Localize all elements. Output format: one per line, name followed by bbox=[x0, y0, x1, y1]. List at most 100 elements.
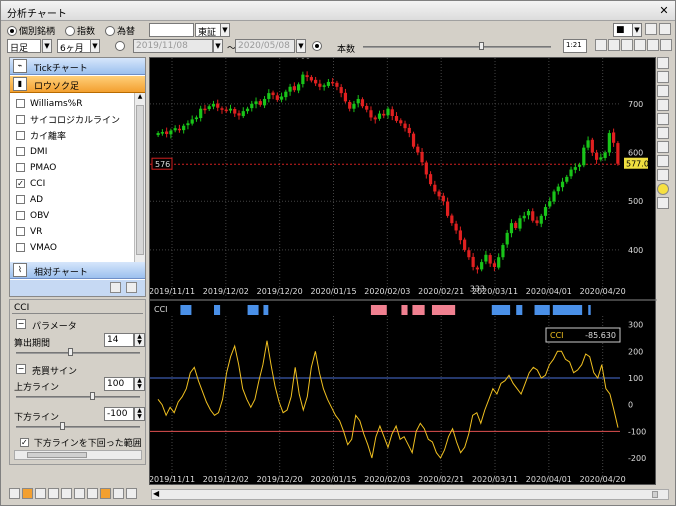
indicator-item[interactable]: OBV bbox=[16, 208, 49, 223]
zoom-reset-icon[interactable] bbox=[621, 39, 633, 51]
bottom-icon-3[interactable] bbox=[35, 488, 46, 499]
lower-line-input[interactable]: -100 bbox=[104, 407, 134, 421]
indicator-item[interactable]: カイ離率 bbox=[16, 128, 66, 143]
calc-period-spinner[interactable]: ▲ ▼ bbox=[134, 333, 145, 347]
indicator-item[interactable]: VR bbox=[16, 224, 42, 239]
bottom-icon-8[interactable] bbox=[100, 488, 111, 499]
zoom-in-icon[interactable] bbox=[595, 39, 607, 51]
line-tool-icon[interactable] bbox=[657, 71, 669, 83]
rect-tool-icon[interactable] bbox=[657, 155, 669, 167]
indicator-checkbox[interactable] bbox=[16, 131, 25, 140]
date-to-input[interactable]: 2020/05/08 bbox=[235, 39, 295, 53]
signal-collapse-icon[interactable]: − bbox=[16, 364, 26, 374]
bottom-icon-10[interactable] bbox=[126, 488, 137, 499]
smile-tool-icon[interactable] bbox=[657, 183, 669, 195]
relative-chart-header[interactable]: ⌇ 相対チャート bbox=[10, 262, 145, 279]
bottom-icon-4[interactable] bbox=[48, 488, 59, 499]
period-range-select[interactable]: 6ヶ月 bbox=[57, 39, 91, 54]
radio-stock[interactable]: 個別銘柄 bbox=[7, 24, 55, 37]
indicator-item[interactable]: サイコロジカルライン bbox=[16, 112, 120, 127]
text-tool-icon[interactable] bbox=[657, 169, 669, 181]
erase-tool-icon[interactable] bbox=[657, 197, 669, 209]
x-tick-label: 2019/12/02 bbox=[203, 287, 249, 296]
props-hscroll-thumb[interactable] bbox=[27, 452, 87, 458]
indicator-checkbox[interactable]: ✓ bbox=[16, 179, 25, 188]
relative-add-icon[interactable] bbox=[110, 282, 121, 293]
lower-line-spinner[interactable]: ▲ ▼ bbox=[134, 407, 145, 421]
chart-area[interactable]: 2019/11/11 2019/11/11 2019/12/02 2019/12/02… bbox=[149, 52, 657, 486]
print-icon[interactable] bbox=[659, 23, 671, 35]
layout-dropdown-icon[interactable]: ▼ bbox=[632, 23, 642, 37]
indicator-checkbox[interactable] bbox=[16, 99, 25, 108]
period-unit-select[interactable]: 日足 bbox=[7, 39, 41, 54]
bottom-icon-7[interactable] bbox=[87, 488, 98, 499]
calc-period-slider-thumb[interactable] bbox=[68, 348, 73, 356]
bottom-icon-2[interactable] bbox=[22, 488, 33, 499]
hscroll-left-icon[interactable]: ◀ bbox=[153, 489, 159, 498]
range-check-item[interactable]: ✓ 下方ラインを下回った範囲 ま bbox=[20, 436, 145, 449]
market-dropdown-icon[interactable]: ▼ bbox=[220, 23, 230, 37]
indicator-checkbox[interactable] bbox=[16, 211, 25, 220]
upper-line-slider-thumb[interactable] bbox=[90, 392, 95, 400]
hline-tool-icon[interactable] bbox=[657, 85, 669, 97]
indicator-item[interactable]: AD bbox=[16, 192, 43, 207]
bottom-icon-1[interactable] bbox=[9, 488, 20, 499]
code-input[interactable] bbox=[149, 23, 194, 37]
circle-tool-icon[interactable] bbox=[657, 141, 669, 153]
indicator-checkbox[interactable] bbox=[16, 115, 25, 124]
indicator-item[interactable]: VMAO bbox=[16, 240, 57, 255]
calc-period-slider[interactable] bbox=[16, 352, 140, 354]
indicator-checkbox[interactable] bbox=[16, 227, 25, 236]
radio-date-range[interactable] bbox=[115, 41, 127, 51]
hscroll-thumb[interactable] bbox=[652, 491, 658, 498]
indicator-item[interactable]: ✓ CCI bbox=[16, 176, 45, 191]
save-icon[interactable] bbox=[645, 23, 657, 35]
candle-header[interactable]: ▮ ロウソク足 bbox=[10, 76, 145, 93]
lower-line-slider[interactable] bbox=[16, 426, 140, 428]
bars-slider[interactable] bbox=[363, 46, 551, 48]
fib-tool-icon[interactable] bbox=[657, 127, 669, 139]
cursor-tool-icon[interactable] bbox=[657, 57, 669, 69]
scroll-up-icon[interactable]: ▲ bbox=[135, 93, 145, 100]
indicator-checkbox[interactable] bbox=[16, 147, 25, 156]
radio-fx[interactable]: 為替 bbox=[105, 24, 135, 37]
channel-tool-icon[interactable] bbox=[657, 113, 669, 125]
vline-tool-icon[interactable] bbox=[657, 99, 669, 111]
upper-line-input[interactable]: 100 bbox=[104, 377, 134, 391]
indicator-scrollbar[interactable]: ▲ ▼ bbox=[134, 93, 145, 279]
radio-index[interactable]: 指数 bbox=[65, 24, 95, 37]
indicator-checkbox[interactable] bbox=[16, 243, 25, 252]
date-to-dropdown-icon[interactable]: ▼ bbox=[296, 39, 306, 53]
close-button[interactable]: ✕ bbox=[657, 4, 671, 18]
date-from-dropdown-icon[interactable]: ▼ bbox=[213, 39, 223, 53]
lower-line-slider-thumb[interactable] bbox=[60, 422, 65, 430]
indicator-checkbox[interactable] bbox=[16, 195, 25, 204]
tick-chart-header[interactable]: ⌁ Tickチャート bbox=[10, 58, 145, 75]
calc-period-input[interactable]: 14 bbox=[104, 333, 134, 347]
indicator-item[interactable]: Williams%R bbox=[16, 96, 82, 111]
indicator-item[interactable]: PMAO bbox=[16, 160, 56, 175]
bars-slider-thumb[interactable] bbox=[479, 42, 484, 50]
props-hscroll[interactable] bbox=[14, 450, 142, 460]
period-unit-dropdown-icon[interactable]: ▼ bbox=[42, 39, 52, 53]
chart-hscroll[interactable]: ◀ bbox=[151, 489, 669, 500]
date-from-input[interactable]: 2019/11/08 bbox=[133, 39, 213, 53]
indicator-item[interactable]: DMI bbox=[16, 144, 47, 159]
candle-body bbox=[599, 157, 603, 160]
bottom-icon-5[interactable] bbox=[61, 488, 72, 499]
radio-bars[interactable] bbox=[312, 41, 324, 51]
range-checkbox[interactable]: ✓ bbox=[20, 438, 29, 447]
export-icon[interactable] bbox=[647, 39, 659, 51]
indicator-checkbox[interactable] bbox=[16, 163, 25, 172]
upper-line-slider[interactable] bbox=[16, 396, 140, 398]
period-range-dropdown-icon[interactable]: ▼ bbox=[90, 39, 100, 53]
zoom-out-icon[interactable] bbox=[608, 39, 620, 51]
relative-setting-icon[interactable] bbox=[126, 282, 137, 293]
indicator-scroll-thumb[interactable] bbox=[136, 105, 144, 255]
bottom-icon-6[interactable] bbox=[74, 488, 85, 499]
trash-icon[interactable] bbox=[634, 39, 646, 51]
settings-icon[interactable] bbox=[660, 39, 672, 51]
bottom-icon-9[interactable] bbox=[113, 488, 124, 499]
upper-line-spinner[interactable]: ▲ ▼ bbox=[134, 377, 145, 391]
param-collapse-icon[interactable]: − bbox=[16, 319, 26, 329]
